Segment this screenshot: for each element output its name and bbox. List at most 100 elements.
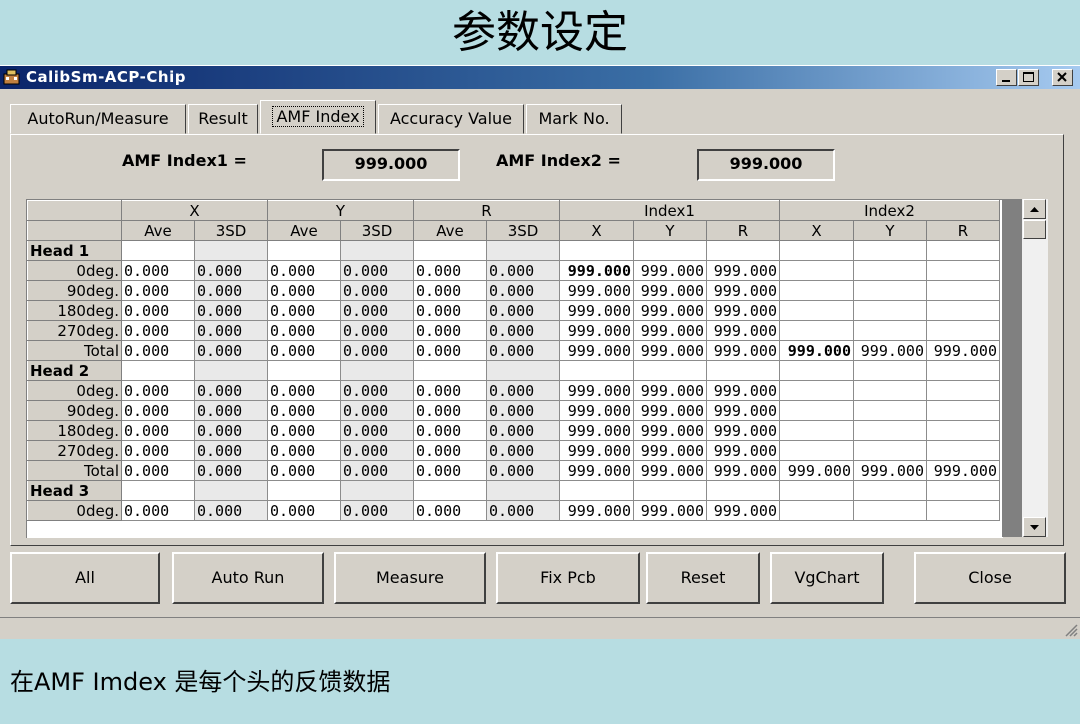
grid-cell[interactable]: 0.000 [413,380,487,401]
grid-cell[interactable] [926,380,1000,401]
grid-cell[interactable]: 0.000 [267,440,341,461]
grid-cell[interactable] [926,260,1000,281]
grid-cell[interactable]: 0.000 [486,420,560,441]
grid-cell[interactable]: 999.000 [633,340,707,361]
grid-cell[interactable]: 0.000 [340,300,414,321]
tab-amf-index[interactable]: AMF Index [260,100,376,134]
grid-cell[interactable] [486,360,560,381]
grid-cell[interactable]: 999.000 [853,340,927,361]
grid-cell[interactable]: 0.000 [413,400,487,421]
grid-cell[interactable]: 0.000 [340,420,414,441]
grid-cell[interactable]: 0.000 [194,440,268,461]
grid-cell[interactable]: 0.000 [121,260,195,281]
grid-cell[interactable] [853,240,927,261]
grid-cell[interactable] [926,300,1000,321]
grid-cell[interactable] [853,400,927,421]
tab-result[interactable]: Result [188,104,258,134]
grid-cell[interactable]: 999.000 [559,280,634,301]
grid-cell[interactable]: 999.000 [706,300,780,321]
grid-cell[interactable]: 0.000 [194,280,268,301]
scroll-up-button[interactable] [1023,199,1046,219]
grid-cell[interactable] [779,500,854,521]
grid-cell[interactable]: 0.000 [267,500,341,521]
scroll-thumb[interactable] [1023,220,1046,239]
grid-cell[interactable]: 999.000 [559,300,634,321]
grid-cell[interactable]: 0.000 [194,300,268,321]
grid-cell[interactable]: 0.000 [121,440,195,461]
grid-cell[interactable] [853,480,927,501]
grid-cell[interactable]: 999.000 [559,260,634,281]
grid-cell[interactable]: 0.000 [267,300,341,321]
grid-cell[interactable]: 0.000 [340,280,414,301]
grid-cell[interactable] [853,360,927,381]
grid-cell[interactable] [267,240,341,261]
grid-cell[interactable]: 0.000 [194,460,268,481]
grid-cell[interactable]: 0.000 [267,280,341,301]
grid-cell[interactable]: 999.000 [779,340,854,361]
grid-cell[interactable]: 0.000 [267,380,341,401]
grid-cell[interactable] [194,240,268,261]
grid-cell[interactable]: 999.000 [559,340,634,361]
grid-cell[interactable]: 0.000 [194,340,268,361]
grid-cell[interactable]: 0.000 [121,340,195,361]
grid-cell[interactable] [633,240,707,261]
grid-cell[interactable]: 0.000 [267,340,341,361]
grid-cell[interactable]: 0.000 [194,260,268,281]
grid-cell[interactable]: 0.000 [267,400,341,421]
grid-cell[interactable]: 0.000 [486,280,560,301]
grid-cell[interactable] [853,280,927,301]
grid-cell[interactable]: 0.000 [267,320,341,341]
grid-cell[interactable]: 999.000 [706,280,780,301]
grid-cell[interactable]: 999.000 [633,320,707,341]
grid-cell[interactable] [340,480,414,501]
grid-cell[interactable] [413,360,487,381]
grid-cell[interactable]: 0.000 [340,340,414,361]
grid-cell[interactable] [121,360,195,381]
grid-cell[interactable]: 999.000 [706,320,780,341]
grid-cell[interactable] [486,240,560,261]
grid-cell[interactable]: 999.000 [779,460,854,481]
grid-cell[interactable] [926,420,1000,441]
grid-cell[interactable]: 999.000 [559,320,634,341]
grid-cell[interactable]: 0.000 [267,260,341,281]
grid-cell[interactable] [779,420,854,441]
grid-cell[interactable] [559,240,634,261]
grid-cell[interactable] [194,360,268,381]
grid-cell[interactable] [853,420,927,441]
grid-cell[interactable]: 999.000 [706,460,780,481]
grid-cell[interactable] [853,260,927,281]
grid-cell[interactable]: 999.000 [706,380,780,401]
grid-cell[interactable]: 0.000 [121,380,195,401]
grid-cell[interactable] [706,360,780,381]
grid-cell[interactable]: 0.000 [413,260,487,281]
grid-cell[interactable]: 999.000 [633,440,707,461]
grid-cell[interactable]: 0.000 [121,320,195,341]
grid-cell[interactable]: 0.000 [413,500,487,521]
grid-cell[interactable]: 0.000 [486,400,560,421]
grid-cell[interactable]: 999.000 [559,440,634,461]
grid-cell[interactable] [413,480,487,501]
grid-cell[interactable] [926,440,1000,461]
grid-cell[interactable]: 0.000 [267,460,341,481]
grid-cell[interactable] [926,280,1000,301]
reset-button[interactable]: Reset [646,552,760,604]
auto-run-button[interactable]: Auto Run [172,552,324,604]
grid-cell[interactable]: 0.000 [267,420,341,441]
grid-cell[interactable]: 0.000 [340,380,414,401]
grid-cell[interactable]: 0.000 [121,300,195,321]
grid-cell[interactable]: 999.000 [926,460,1000,481]
grid-cell[interactable]: 0.000 [486,260,560,281]
grid-cell[interactable]: 0.000 [413,320,487,341]
grid-cell[interactable]: 999.000 [559,400,634,421]
grid-cell[interactable]: 0.000 [121,460,195,481]
grid-cell[interactable]: 999.000 [559,380,634,401]
tab-autorun-measure[interactable]: AutoRun/Measure [10,104,186,134]
grid-cell[interactable] [926,360,1000,381]
grid-cell[interactable]: 0.000 [194,420,268,441]
grid-cell[interactable] [779,400,854,421]
grid-cell[interactable]: 0.000 [121,400,195,421]
vgchart-button[interactable]: VgChart [770,552,884,604]
grid-cell[interactable]: 0.000 [486,440,560,461]
grid-cell[interactable]: 0.000 [194,500,268,521]
grid-cell[interactable]: 999.000 [853,460,927,481]
